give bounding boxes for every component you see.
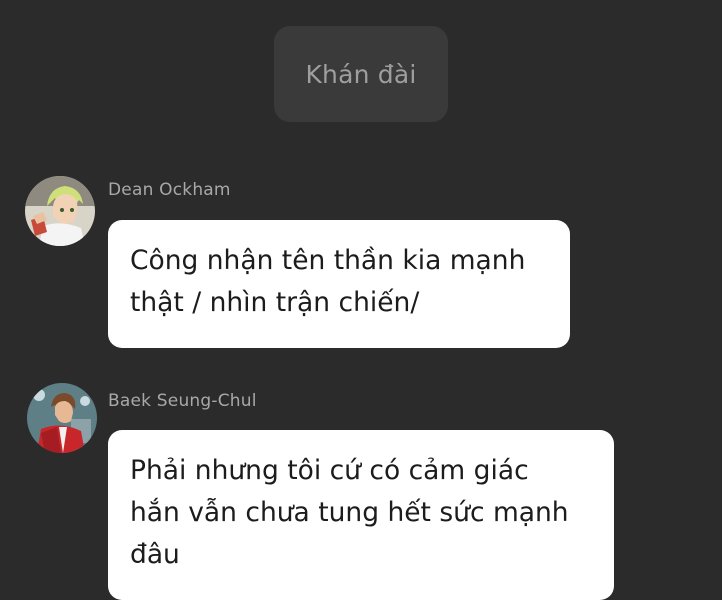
message-bubble: Phải nhưng tôi cứ có cảm giác hắn vẫn ch… (108, 430, 614, 600)
chat-room-title-chip: Khán đài (274, 26, 448, 122)
sender-name: Baek Seung-Chul (108, 391, 257, 411)
message-bubble: Công nhận tên thần kia mạnh thật / nhìn … (108, 220, 570, 348)
sender-name: Dean Ockham (108, 180, 231, 200)
avatar[interactable] (27, 383, 97, 453)
blonde-character-avatar-icon (25, 176, 95, 246)
avatar[interactable] (25, 176, 95, 246)
red-jacket-character-avatar-icon (27, 383, 97, 453)
